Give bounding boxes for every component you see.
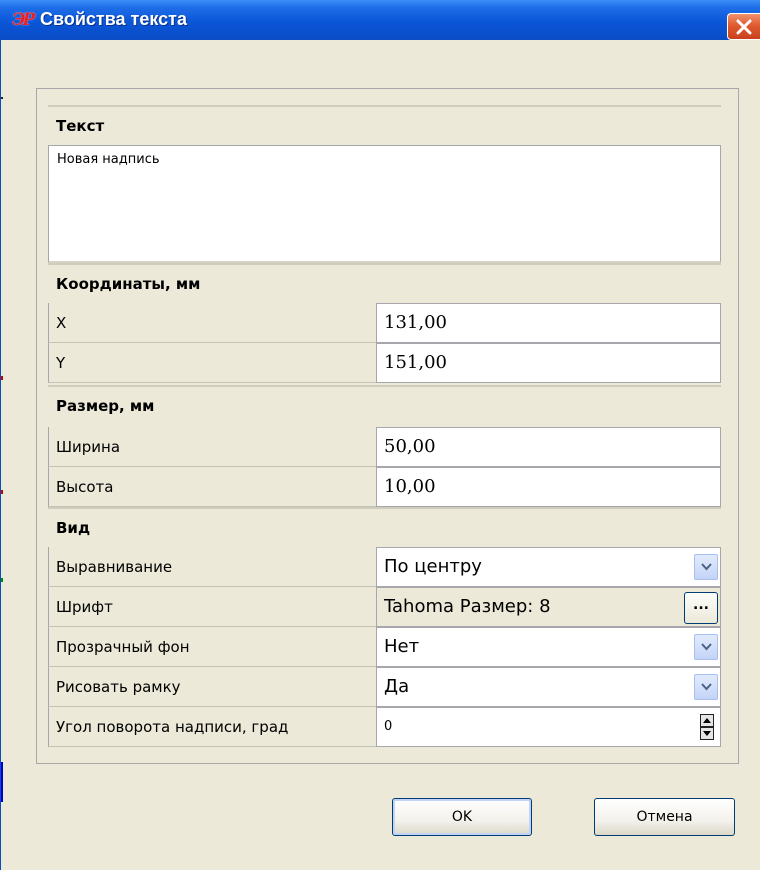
angle-input[interactable]: 0 xyxy=(376,707,721,747)
window-frame-left xyxy=(0,40,10,870)
height-input[interactable]: 10,00 xyxy=(376,467,721,507)
border-select[interactable]: Да xyxy=(376,667,721,707)
section-text: Текст xyxy=(48,105,721,145)
arrow-down-icon xyxy=(703,731,711,736)
x-input[interactable]: 131,00 xyxy=(376,303,721,343)
border-value: Да xyxy=(384,676,410,697)
app-icon: ЭР xyxy=(12,10,35,30)
border-label: Рисовать рамку xyxy=(48,667,376,707)
row-align: Выравнивание По центру xyxy=(48,547,721,587)
row-height: Высота 10,00 xyxy=(48,467,721,507)
transparent-value: Нет xyxy=(384,636,420,657)
y-input[interactable]: 151,00 xyxy=(376,343,721,383)
transparent-dropdown-button[interactable] xyxy=(694,634,718,660)
frame-mark xyxy=(1,97,3,99)
spin-up-button[interactable] xyxy=(700,714,714,727)
width-input[interactable]: 50,00 xyxy=(376,427,721,467)
align-dropdown-button[interactable] xyxy=(694,554,718,580)
y-label: Y xyxy=(48,343,376,383)
chevron-down-icon xyxy=(701,643,712,651)
section-size: Размер, мм xyxy=(48,385,721,425)
angle-spinner[interactable] xyxy=(700,714,714,740)
frame-mark xyxy=(1,762,3,802)
text-input[interactable]: Новая надпись xyxy=(48,145,721,263)
row-y: Y 151,00 xyxy=(48,343,721,383)
row-width: Ширина 50,00 xyxy=(48,427,721,467)
spin-down-button[interactable] xyxy=(700,727,714,740)
transparent-label: Прозрачный фон xyxy=(48,627,376,667)
width-label: Ширина xyxy=(48,427,376,467)
align-select[interactable]: По центру xyxy=(376,547,721,587)
font-browse-button[interactable]: ... xyxy=(684,592,718,624)
row-transparent: Прозрачный фон Нет xyxy=(48,627,721,667)
frame-mark xyxy=(1,490,3,494)
angle-value: 0 xyxy=(384,719,393,734)
align-value: По центру xyxy=(384,556,482,577)
arrow-up-icon xyxy=(703,718,711,723)
transparent-select[interactable]: Нет xyxy=(376,627,721,667)
row-border: Рисовать рамку Да xyxy=(48,667,721,707)
height-label: Высота xyxy=(48,467,376,507)
angle-label: Угол поворота надписи, град xyxy=(48,707,376,747)
font-field: Tahoma Размер: 8 ... xyxy=(376,587,721,627)
frame-mark xyxy=(1,376,3,380)
align-label: Выравнивание xyxy=(48,547,376,587)
title-bar: ЭР Свойства текста xyxy=(0,0,760,40)
cancel-button[interactable]: Отмена xyxy=(594,798,735,836)
close-icon xyxy=(736,19,752,35)
font-value: Tahoma Размер: 8 xyxy=(384,596,551,617)
section-coordinates: Координаты, мм xyxy=(48,263,721,303)
row-x: X 131,00 xyxy=(48,303,721,343)
frame-mark xyxy=(1,578,3,582)
window-title: Свойства текста xyxy=(40,9,187,29)
border-dropdown-button[interactable] xyxy=(694,674,718,700)
section-view: Вид xyxy=(48,507,721,547)
ok-button[interactable]: OK xyxy=(392,798,532,836)
row-angle: Угол поворота надписи, град 0 xyxy=(48,707,721,747)
chevron-down-icon xyxy=(701,563,712,571)
close-button[interactable] xyxy=(727,13,760,40)
row-font: Шрифт Tahoma Размер: 8 ... xyxy=(48,587,721,627)
font-label: Шрифт xyxy=(48,587,376,627)
chevron-down-icon xyxy=(701,683,712,691)
x-label: X xyxy=(48,303,376,343)
properties-panel: Текст Новая надпись Координаты, мм X 131… xyxy=(36,88,739,764)
